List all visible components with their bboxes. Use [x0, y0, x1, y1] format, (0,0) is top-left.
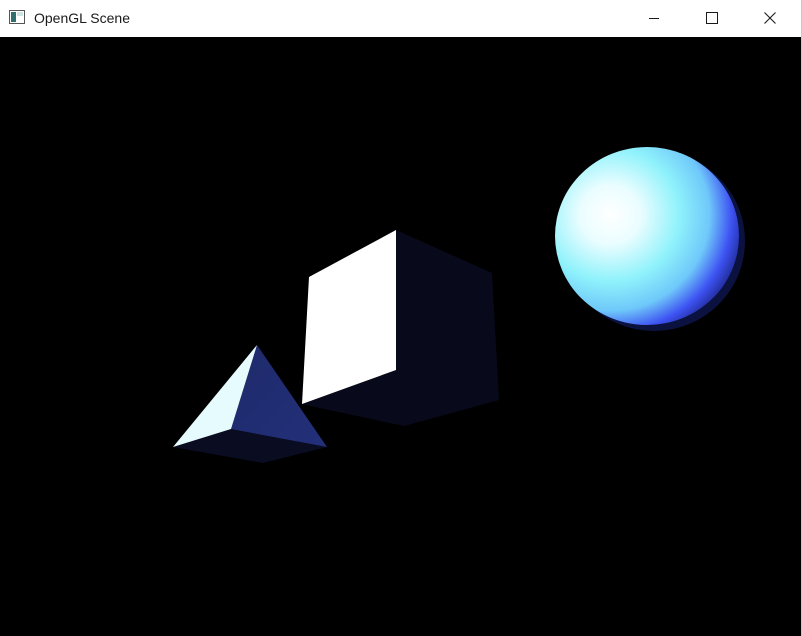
application-window: OpenGL Scene — [0, 0, 802, 636]
close-icon — [764, 12, 776, 24]
cube — [301, 230, 499, 426]
opengl-app-icon — [9, 10, 25, 24]
sphere-body — [555, 147, 739, 325]
maximize-icon — [706, 12, 718, 24]
close-button[interactable] — [741, 0, 799, 36]
maximize-button[interactable] — [683, 0, 741, 36]
opengl-viewport[interactable] — [0, 37, 801, 636]
sphere — [555, 147, 745, 331]
minimize-button[interactable] — [625, 0, 683, 36]
title-bar[interactable]: OpenGL Scene — [0, 0, 801, 37]
window-title: OpenGL Scene — [34, 10, 130, 26]
minimize-icon — [648, 12, 660, 24]
scene-render — [173, 147, 745, 463]
